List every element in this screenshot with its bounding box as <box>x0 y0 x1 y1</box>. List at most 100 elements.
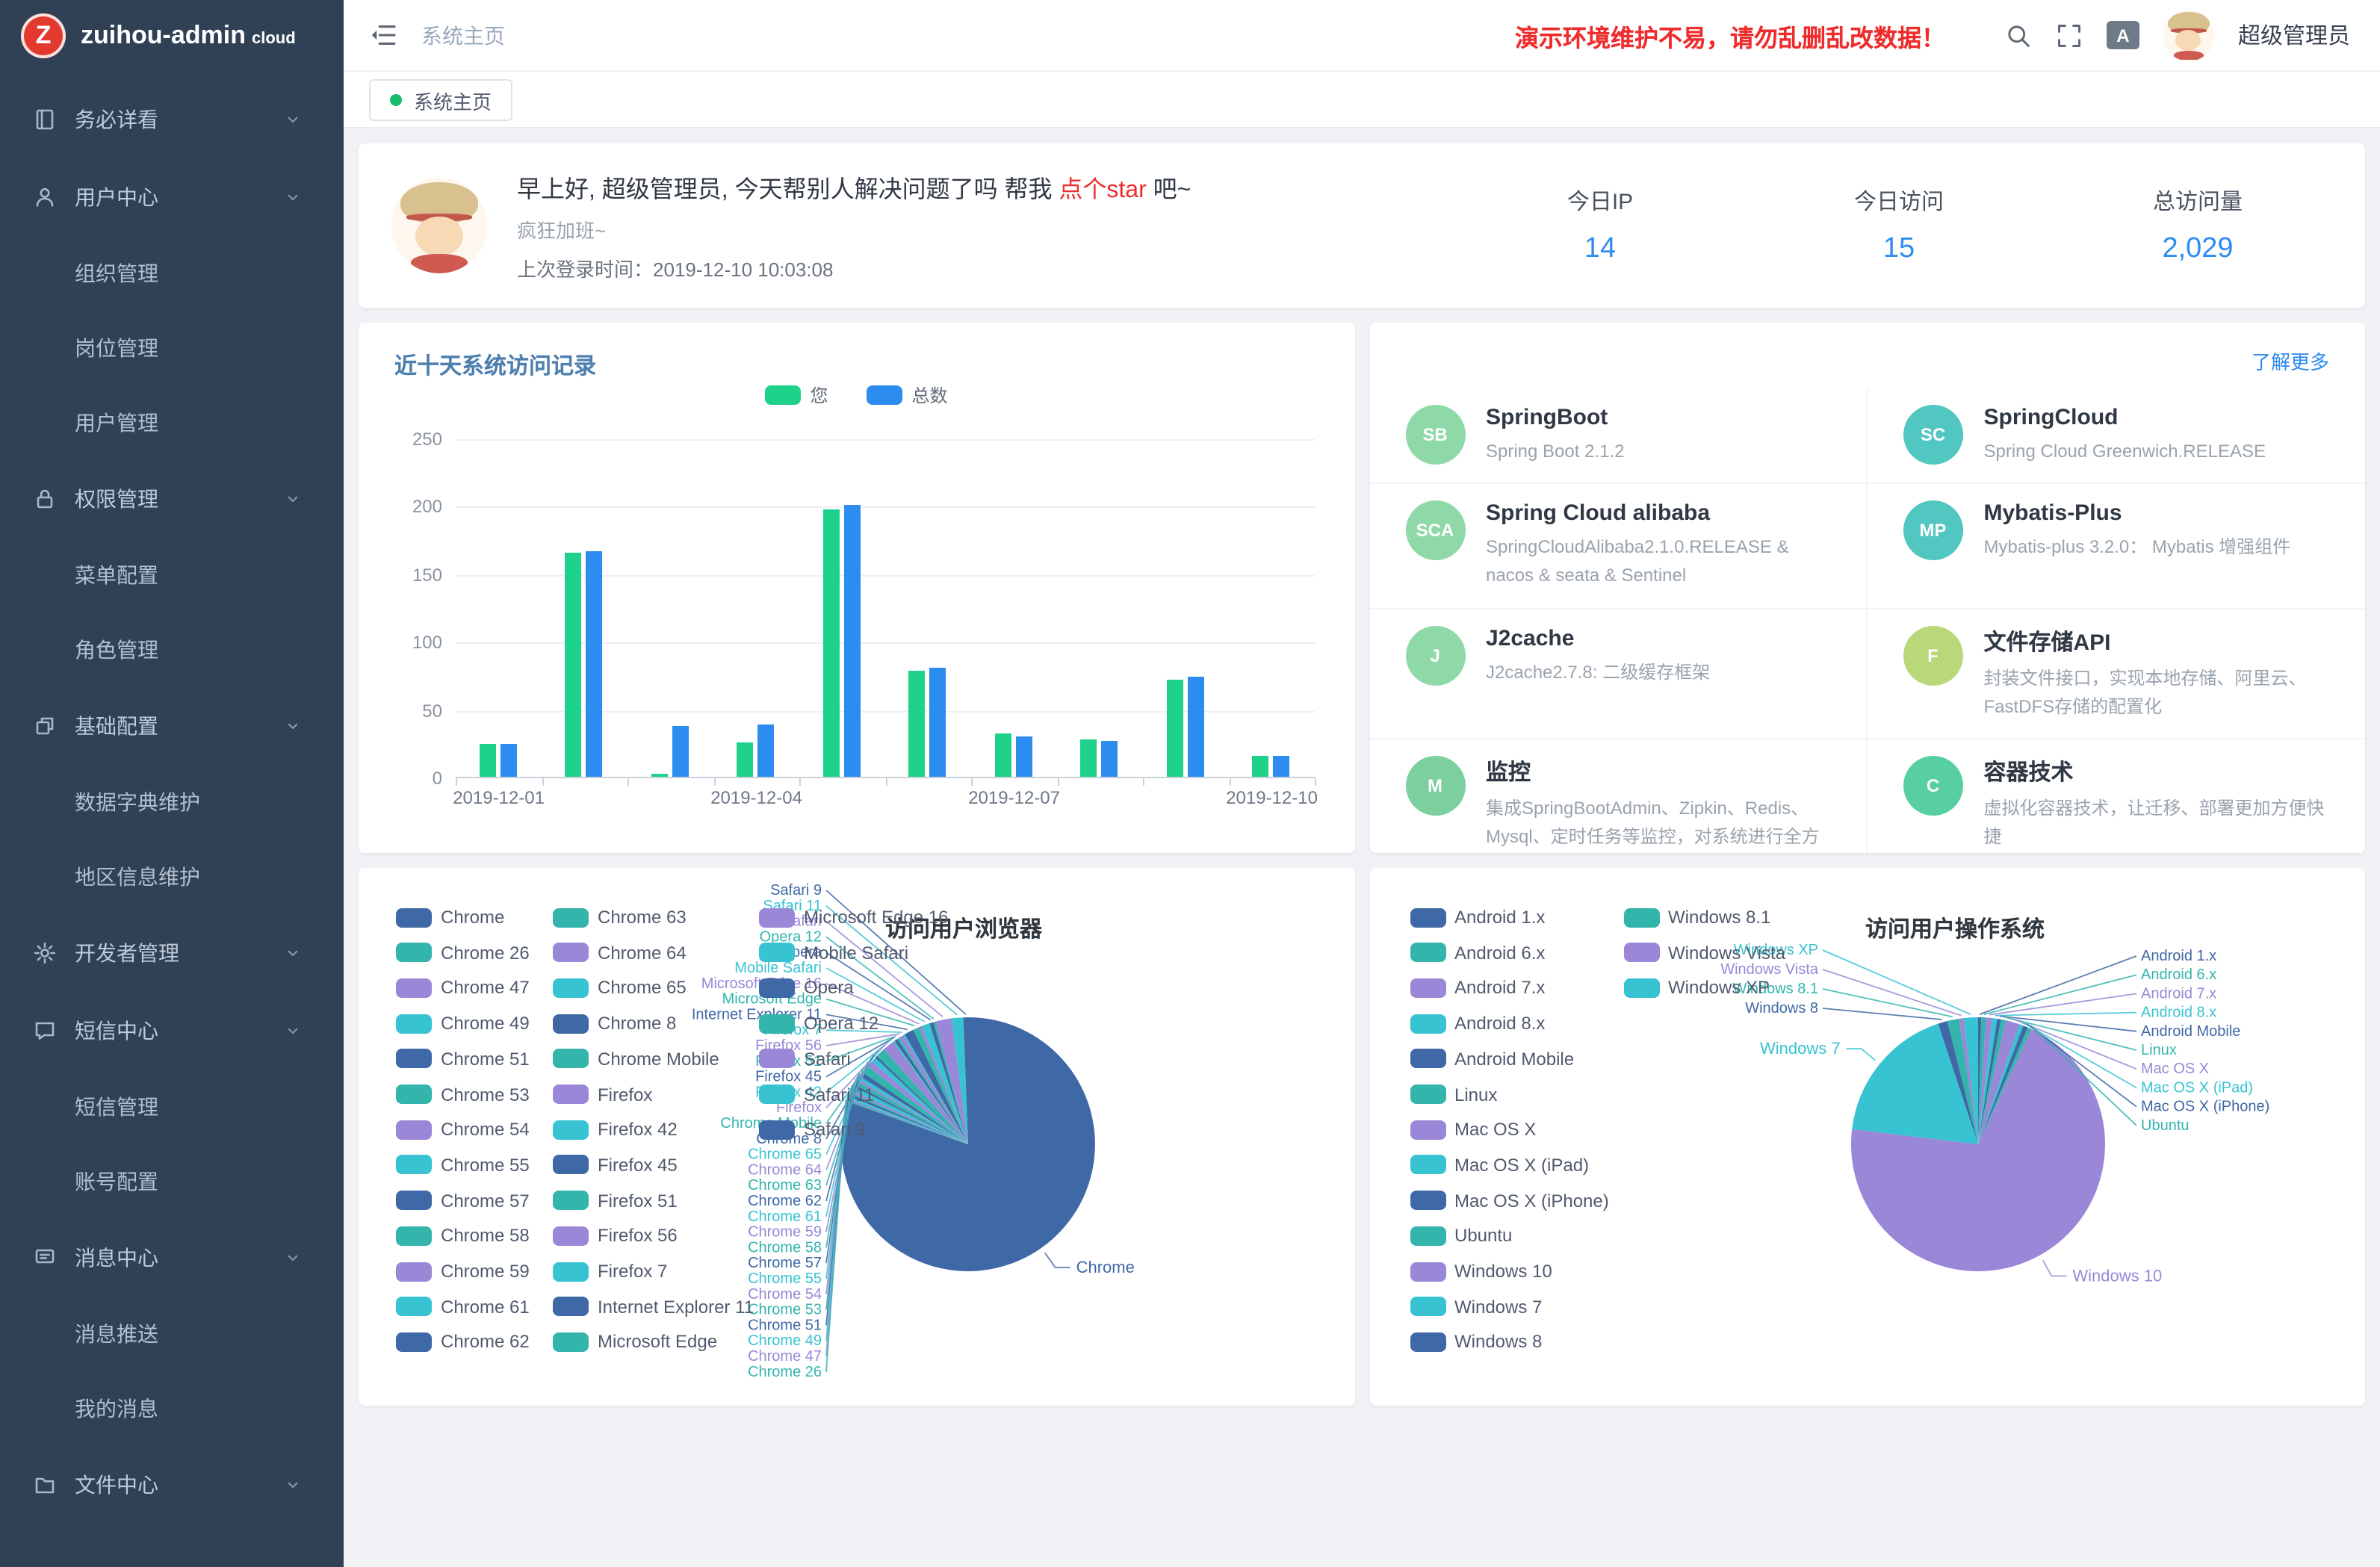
legend-Firefox 51[interactable]: Firefox 51 <box>553 1190 678 1211</box>
sidebar-item-0[interactable]: 务必详看 <box>0 81 344 158</box>
legend-Chrome 55[interactable]: Chrome 55 <box>396 1155 530 1176</box>
bar-您-2019-12-01[interactable] <box>480 744 496 777</box>
feature-1[interactable]: SCSpringCloudSpring Cloud Greenwich.RELE… <box>1868 388 2366 484</box>
legend-Microsoft Edge[interactable]: Microsoft Edge <box>553 1332 717 1353</box>
legend-Safari[interactable]: Safari <box>759 1049 851 1070</box>
legend-Android 1.x[interactable]: Android 1.x <box>1410 907 1545 928</box>
stat-value[interactable]: 2,029 <box>2048 233 2347 266</box>
tab-home[interactable]: 系统主页 <box>369 79 512 121</box>
search-icon[interactable] <box>2005 22 2032 49</box>
legend-Opera[interactable]: Opera <box>759 978 854 999</box>
sidebar-subitem[interactable]: 账号配置 <box>0 1144 344 1219</box>
bar-总数-2019-12-02[interactable] <box>586 552 603 777</box>
legend-Chrome 61[interactable]: Chrome 61 <box>396 1296 530 1317</box>
sidebar-item-7[interactable]: 文件中心 <box>0 1446 344 1524</box>
bar-您-2019-12-07[interactable] <box>995 733 1011 777</box>
sidebar-subitem[interactable]: 角色管理 <box>0 612 344 687</box>
legend-Chrome 8[interactable]: Chrome 8 <box>553 1013 676 1034</box>
feature-0[interactable]: SBSpringBootSpring Boot 2.1.2 <box>1369 388 1868 484</box>
sidebar-subitem[interactable]: 短信管理 <box>0 1070 344 1144</box>
stat-value[interactable]: 14 <box>1451 233 1750 266</box>
legend-Chrome 53[interactable]: Chrome 53 <box>396 1084 530 1105</box>
legend-Chrome Mobile[interactable]: Chrome Mobile <box>553 1049 719 1070</box>
legend-Chrome 57[interactable]: Chrome 57 <box>396 1190 530 1211</box>
legend-Ubuntu[interactable]: Ubuntu <box>1410 1226 1512 1247</box>
stat-value[interactable]: 15 <box>1750 233 2048 266</box>
bar-您-2019-12-02[interactable] <box>565 553 582 777</box>
collapse-menu-icon[interactable] <box>369 21 397 49</box>
sidebar-subitem[interactable]: 用户管理 <box>0 385 344 460</box>
legend-Windows Vista[interactable]: Windows Vista <box>1623 942 1785 963</box>
sidebar-subitem[interactable]: 菜单配置 <box>0 538 344 612</box>
bar-您-2019-12-06[interactable] <box>909 671 926 777</box>
legend-Firefox 7[interactable]: Firefox 7 <box>553 1261 667 1282</box>
legend-Mac OS X[interactable]: Mac OS X <box>1410 1119 1536 1140</box>
feature-5[interactable]: F文件存储API封装文件接口，实现本地存储、阿里云、FastDFS存储的配置化 <box>1868 609 2366 739</box>
legend-Microsoft Edge 16[interactable]: Microsoft Edge 16 <box>759 907 948 928</box>
bar-总数-2019-12-06[interactable] <box>930 668 946 777</box>
sidebar-subitem[interactable]: 岗位管理 <box>0 311 344 385</box>
legend-Firefox 56[interactable]: Firefox 56 <box>553 1226 678 1247</box>
bar-您-2019-12-09[interactable] <box>1167 679 1183 777</box>
bar-总数-2019-12-09[interactable] <box>1188 677 1204 777</box>
legend-Chrome 47[interactable]: Chrome 47 <box>396 978 530 999</box>
sidebar-item-2[interactable]: 权限管理 <box>0 460 344 538</box>
bar-您-2019-12-03[interactable] <box>651 774 668 777</box>
bar-总数-2019-12-05[interactable] <box>844 506 861 777</box>
legend-Chrome[interactable]: Chrome <box>396 907 504 928</box>
legend-Chrome 63[interactable]: Chrome 63 <box>553 907 687 928</box>
legend-Safari 11[interactable]: Safari 11 <box>759 1084 874 1105</box>
legend-Windows 7[interactable]: Windows 7 <box>1410 1296 1542 1317</box>
legend-Safari 9[interactable]: Safari 9 <box>759 1119 866 1140</box>
bar-您-2019-12-05[interactable] <box>823 509 840 777</box>
legend-Mac OS X (iPhone)[interactable]: Mac OS X (iPhone) <box>1410 1190 1609 1211</box>
legend-Android 6.x[interactable]: Android 6.x <box>1410 942 1545 963</box>
bar-您-2019-12-10[interactable] <box>1253 757 1269 777</box>
feature-3[interactable]: MPMybatis-PlusMybatis-plus 3.2.0： Mybati… <box>1868 484 2366 609</box>
legend-Chrome 59[interactable]: Chrome 59 <box>396 1261 530 1282</box>
sidebar-subitem[interactable]: 消息推送 <box>0 1297 344 1371</box>
feature-2[interactable]: SCASpring Cloud alibabaSpringCloudAlibab… <box>1369 484 1868 609</box>
bar-总数-2019-12-04[interactable] <box>758 724 775 777</box>
bar-总数-2019-12-07[interactable] <box>1016 736 1032 777</box>
sidebar-item-4[interactable]: 开发者管理 <box>0 914 344 992</box>
legend-Firefox 45[interactable]: Firefox 45 <box>553 1155 678 1176</box>
sidebar-subitem[interactable]: 我的消息 <box>0 1371 344 1446</box>
legend-Android 8.x[interactable]: Android 8.x <box>1410 1013 1545 1034</box>
legend-Chrome 54[interactable]: Chrome 54 <box>396 1119 530 1140</box>
sidebar-item-6[interactable]: 消息中心 <box>0 1219 344 1297</box>
app-logo[interactable]: Z zuihou-admincloud <box>0 0 344 72</box>
legend-item-您[interactable]: 您 <box>765 382 828 408</box>
legend-Linux[interactable]: Linux <box>1410 1084 1497 1105</box>
bar-您-2019-12-04[interactable] <box>737 743 754 777</box>
legend-Chrome 26[interactable]: Chrome 26 <box>396 942 530 963</box>
legend-Chrome 49[interactable]: Chrome 49 <box>396 1013 530 1034</box>
legend-Chrome 65[interactable]: Chrome 65 <box>553 978 687 999</box>
legend-Android Mobile[interactable]: Android Mobile <box>1410 1049 1574 1070</box>
feature-4[interactable]: JJ2cacheJ2cache2.7.8: 二级缓存框架 <box>1369 609 1868 739</box>
fullscreen-icon[interactable] <box>2056 22 2083 49</box>
sidebar-subitem[interactable]: 地区信息维护 <box>0 840 344 914</box>
learn-more-link[interactable]: 了解更多 <box>2252 347 2329 375</box>
feature-6[interactable]: M监控集成SpringBootAdmin、Zipkin、Redis、Mysql、… <box>1369 739 1868 853</box>
legend-Windows 10[interactable]: Windows 10 <box>1410 1261 1552 1282</box>
legend-Windows 8[interactable]: Windows 8 <box>1410 1332 1542 1353</box>
legend-Firefox[interactable]: Firefox <box>553 1084 652 1105</box>
bar-总数-2019-12-03[interactable] <box>672 725 689 777</box>
bar-总数-2019-12-01[interactable] <box>501 744 517 777</box>
sidebar-item-5[interactable]: 短信中心 <box>0 992 344 1070</box>
sidebar-subitem[interactable]: 组织管理 <box>0 236 344 311</box>
sidebar-item-1[interactable]: 用户中心 <box>0 158 344 236</box>
legend-Internet Explorer 11[interactable]: Internet Explorer 11 <box>553 1296 754 1317</box>
star-link[interactable]: 点个star <box>1059 178 1146 203</box>
legend-Firefox 42[interactable]: Firefox 42 <box>553 1119 678 1140</box>
legend-Chrome 51[interactable]: Chrome 51 <box>396 1049 530 1070</box>
breadcrumb[interactable]: 系统主页 <box>421 20 505 50</box>
legend-Android 7.x[interactable]: Android 7.x <box>1410 978 1545 999</box>
legend-item-总数[interactable]: 总数 <box>867 382 948 408</box>
sidebar-item-3[interactable]: 基础配置 <box>0 687 344 765</box>
font-size-icon[interactable]: A <box>2107 21 2139 49</box>
legend-Chrome 58[interactable]: Chrome 58 <box>396 1226 530 1247</box>
feature-7[interactable]: C容器技术虚拟化容器技术，让迁移、部署更加方便快捷 <box>1868 739 2366 853</box>
legend-Mobile Safari[interactable]: Mobile Safari <box>759 942 908 963</box>
